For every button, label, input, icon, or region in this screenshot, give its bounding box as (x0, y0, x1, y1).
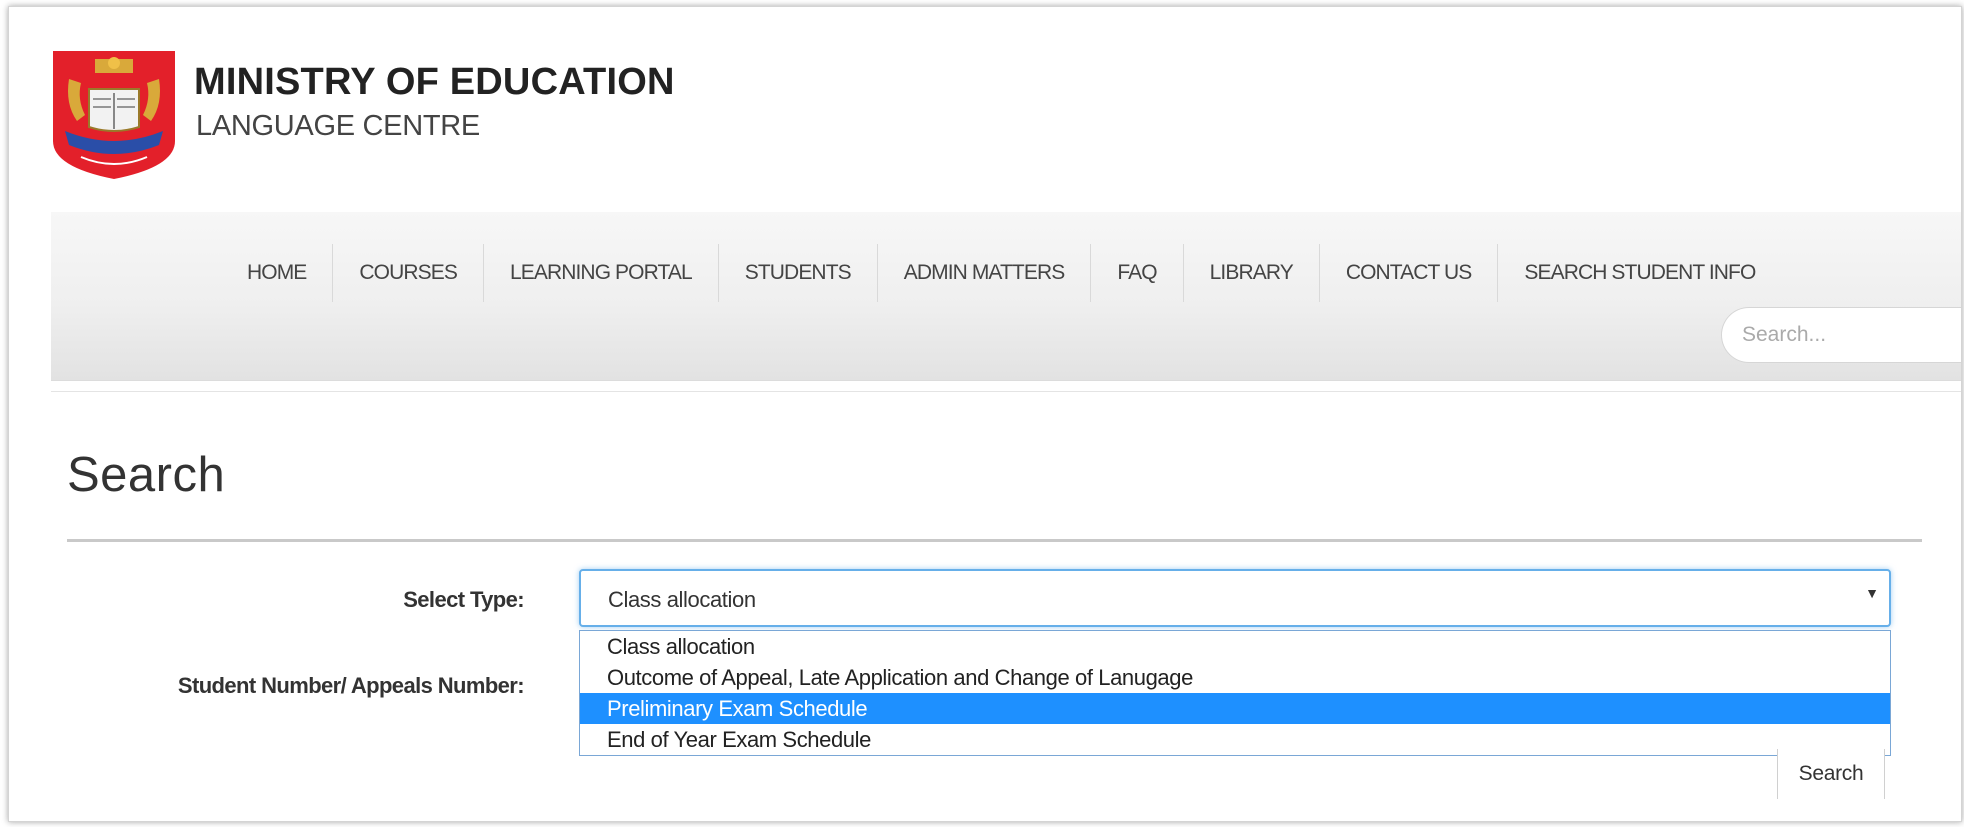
nav-item-search-student-info[interactable]: SEARCH STUDENT INFO (1498, 244, 1781, 302)
header-divider (51, 391, 1961, 392)
site-title: MINISTRY OF EDUCATION (194, 61, 675, 103)
nav-item-courses[interactable]: COURSES (333, 244, 484, 302)
nav-item-admin-matters[interactable]: ADMIN MATTERS (878, 244, 1092, 302)
page-title: Search (67, 448, 226, 502)
type-select-value: Class allocation (608, 587, 756, 612)
page-frame: MINISTRY OF EDUCATION LANGUAGE CENTRE HO… (8, 6, 1962, 822)
nav-item-learning-portal[interactable]: LEARNING PORTAL (484, 244, 719, 302)
main-navigation: HOME COURSES LEARNING PORTAL STUDENTS AD… (51, 212, 1961, 381)
nav-item-home[interactable]: HOME (247, 244, 334, 302)
nav-item-contact-us[interactable]: CONTACT US (1320, 244, 1499, 302)
dropdown-option-end-of-year-exam-schedule[interactable]: End of Year Exam Schedule (580, 724, 1890, 755)
type-select[interactable]: Class allocation ▼ (579, 569, 1891, 627)
crest-logo-icon[interactable] (51, 49, 177, 181)
nav-menu: HOME COURSES LEARNING PORTAL STUDENTS AD… (247, 244, 1781, 302)
caret-down-icon: ▼ (1865, 585, 1879, 601)
nav-item-students[interactable]: STUDENTS (719, 244, 878, 302)
select-type-label: Select Type: (403, 587, 524, 612)
site-subtitle: LANGUAGE CENTRE (196, 110, 480, 142)
nav-item-faq[interactable]: FAQ (1091, 244, 1184, 302)
title-divider (67, 539, 1922, 542)
dropdown-option-outcome-of-appeal[interactable]: Outcome of Appeal, Late Application and … (580, 662, 1890, 693)
dropdown-option-class-allocation[interactable]: Class allocation (580, 631, 1890, 662)
student-number-label: Student Number/ Appeals Number: (177, 673, 525, 698)
site-search-input[interactable] (1721, 307, 1961, 363)
search-button[interactable]: Search (1777, 749, 1885, 799)
type-dropdown-list: Class allocation Outcome of Appeal, Late… (579, 630, 1891, 756)
dropdown-option-preliminary-exam-schedule[interactable]: Preliminary Exam Schedule (580, 693, 1890, 724)
nav-item-library[interactable]: LIBRARY (1184, 244, 1320, 302)
